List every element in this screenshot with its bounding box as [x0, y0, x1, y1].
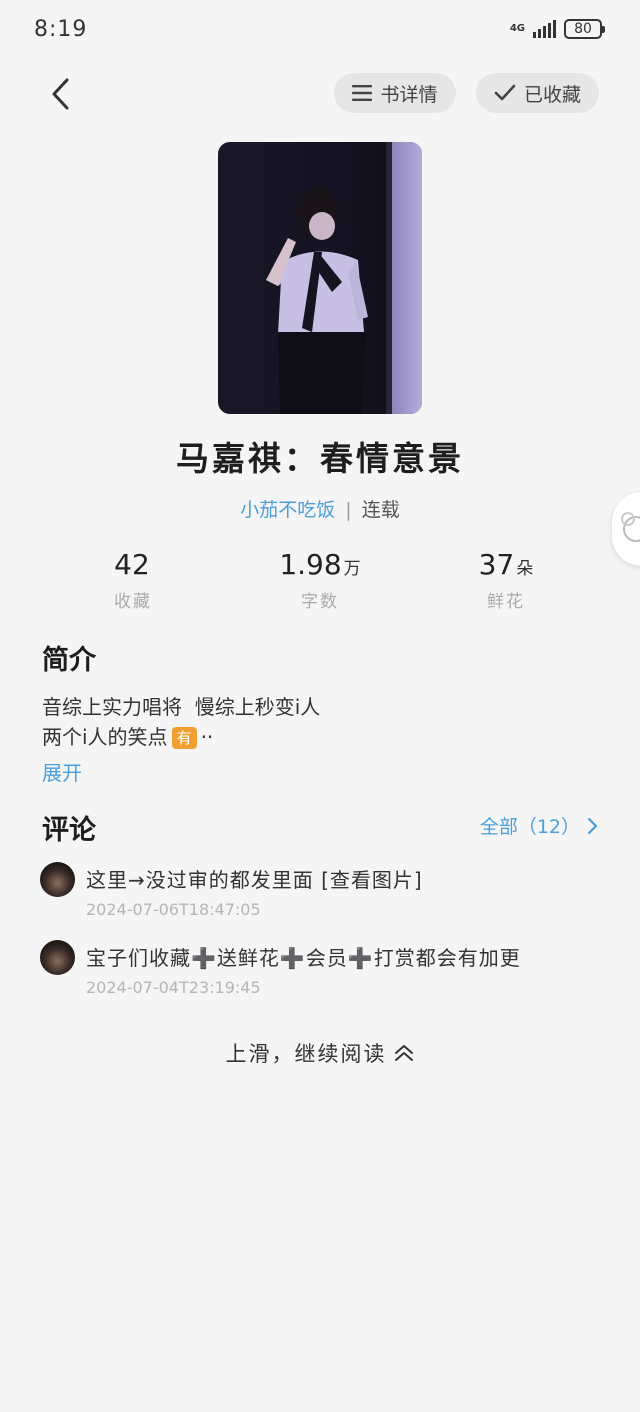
book-detail-label: 书详情	[380, 83, 438, 106]
comments-heading: 评论	[42, 815, 96, 846]
intro-line-2: 两个i人的笑点有 ··	[42, 722, 602, 752]
author-link[interactable]: 小茄不吃饭	[240, 499, 335, 521]
favorited-label: 已收藏	[523, 83, 581, 106]
stat-label: 收藏	[114, 592, 152, 612]
status-icons: 4G 80	[509, 19, 605, 39]
comment-text: 这里→没过审的都发里面 [查看图片]	[86, 868, 423, 892]
avatar	[40, 940, 75, 975]
chevron-left-icon	[52, 78, 69, 110]
battery-icon: 80	[564, 19, 605, 39]
stat-label: 字数	[301, 592, 339, 612]
intro-ellipsis: ··	[200, 725, 214, 749]
signal-icon	[533, 20, 556, 38]
stat-value: 37	[478, 548, 515, 581]
back-button[interactable]	[42, 74, 82, 114]
favorited-button[interactable]: 已收藏	[476, 73, 599, 113]
book-cover-image	[218, 142, 422, 414]
cloud-icon	[621, 512, 640, 542]
stat-unit: 朵	[516, 559, 534, 579]
book-meta: 小茄不吃饭 | 连载	[0, 495, 640, 522]
continue-reading-prompt[interactable]: 上滑，继续阅读	[0, 1038, 640, 1068]
book-cover[interactable]	[218, 142, 422, 414]
comment-time: 2024-07-06T18:47:05	[86, 900, 261, 919]
comment-time: 2024-07-04T23:19:45	[86, 978, 261, 997]
book-title: 马嘉祺：春情意景	[176, 439, 464, 478]
avatar	[40, 862, 75, 897]
emoji-badge: 有	[171, 727, 197, 749]
stat-unit: 万	[343, 559, 361, 579]
comment-text: 宝子们收藏➕送鲜花➕会员➕打赏都会有加更	[86, 946, 521, 970]
book-detail-button[interactable]: 书详情	[334, 73, 456, 113]
network-type: 4G	[509, 23, 525, 34]
stat-label: 鲜花	[487, 592, 525, 612]
chevron-right-icon	[587, 817, 598, 834]
stat-value: 1.98	[279, 548, 342, 581]
stat-favorites: 42 收藏	[53, 548, 213, 612]
status-bar: 8:19 4G 80	[0, 0, 640, 60]
intro-text: 音综上实力唱将 慢综上秒变i人 两个i人的笑点有 ··	[42, 692, 602, 752]
stat-value: 42	[114, 548, 150, 581]
meta-separator: |	[345, 499, 352, 521]
continue-reading-label: 上滑，继续阅读	[225, 1042, 387, 1066]
stat-flowers: 37 朵 鲜花	[426, 548, 586, 612]
check-icon	[494, 84, 516, 101]
expand-intro-link[interactable]: 展开	[42, 757, 82, 786]
status-time: 8:19	[34, 17, 88, 42]
double-chevron-up-icon	[394, 1045, 413, 1061]
serial-status: 连载	[361, 499, 400, 521]
all-comments-link[interactable]: 全部（12）	[480, 812, 598, 839]
intro-line-2-text: 两个i人的笑点	[42, 725, 168, 749]
stat-word-count: 1.98 万 字数	[240, 548, 400, 612]
list-icon	[352, 85, 373, 101]
intro-line-1: 音综上实力唱将 慢综上秒变i人	[42, 695, 321, 719]
intro-heading: 简介	[42, 645, 96, 676]
all-comments-label: 全部（12）	[479, 816, 580, 838]
